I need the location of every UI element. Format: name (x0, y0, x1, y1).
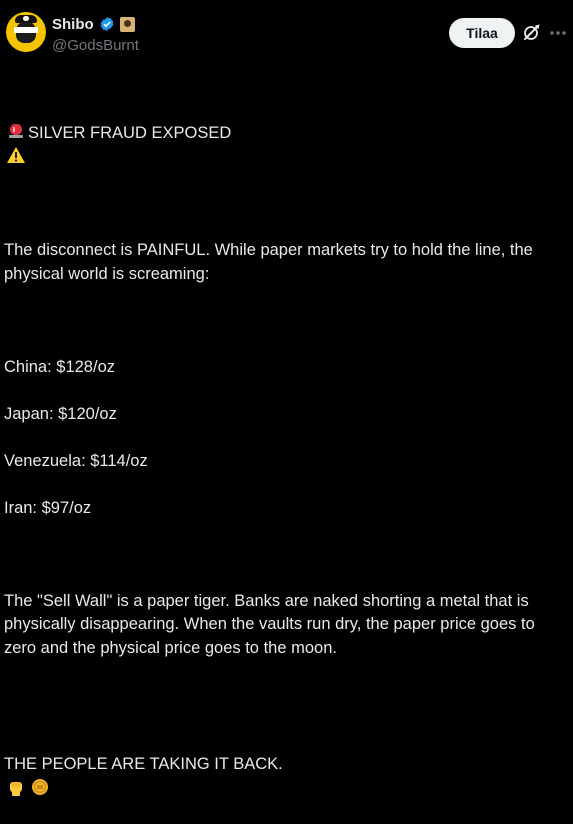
price-line-iran: Iran: $97/oz (4, 498, 92, 517)
follow-button[interactable]: Tilaa (449, 18, 515, 48)
author-handle[interactable]: @GodsBurnt (52, 37, 139, 54)
price-line-venezuela: Venezuela: $114/oz (4, 451, 148, 470)
profile-badge-icon (119, 16, 135, 32)
author-display-name[interactable]: Shibo (52, 16, 94, 33)
post-body: SILVER FRAUD EXPOSED The disconnect is P… (4, 74, 570, 824)
avatar-skull (23, 16, 29, 21)
police-light-emoji (9, 123, 23, 138)
grok-icon[interactable] (521, 23, 541, 43)
post-closing: THE PEOPLE ARE TAKING IT BACK. (4, 755, 283, 774)
post-intro: The disconnect is PAINFUL. While paper m… (4, 241, 533, 283)
warning-emoji (7, 147, 25, 164)
post-title: SILVER FRAUD EXPOSED (28, 123, 232, 142)
post-title-line: SILVER FRAUD EXPOSED (4, 97, 570, 169)
avatar[interactable] (6, 12, 46, 52)
author-name-row[interactable]: Shibo (52, 15, 135, 33)
more-options-icon[interactable] (548, 23, 568, 43)
post-paragraph: The "Sell Wall" is a paper tiger. Banks … (4, 591, 535, 657)
verified-badge-icon (100, 17, 114, 31)
post-header: Shibo @GodsBurnt Tilaa (0, 0, 573, 64)
price-line-china: China: $128/oz (4, 358, 115, 377)
avatar-bandana (14, 27, 38, 33)
coin-emoji (32, 778, 48, 795)
raised-fist-emoji (10, 781, 22, 796)
post-closing-line: THE PEOPLE ARE TAKING IT BACK. (4, 730, 570, 801)
price-line-japan: Japan: $120/oz (4, 404, 117, 423)
